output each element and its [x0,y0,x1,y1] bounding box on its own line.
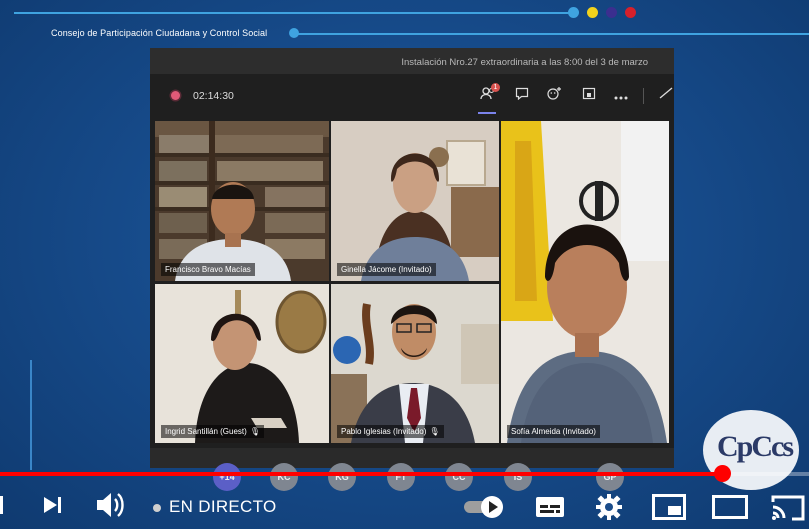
mic-muted-icon: 🎙 [249,427,260,436]
video-tile-ginella[interactable]: Ginella Jácome (Invitado) [331,121,499,281]
participant-name: Ginella Jácome (Invitado) [337,263,436,276]
meeting-toolbar: 02:14:30 1 [150,74,674,118]
decorative-line-top [14,12,574,14]
cast-icon[interactable] [770,494,806,527]
miniplayer-icon[interactable] [652,494,686,525]
more-options-icon[interactable] [611,86,631,106]
active-tab-indicator [478,112,496,114]
decorative-line-left [30,360,32,470]
study-background [331,284,499,443]
logo-text: CpCcs [717,430,794,463]
autoplay-toggle-icon[interactable] [462,494,506,525]
participant-name: Sofía Almeida (Invitado) [507,425,600,438]
meeting-timer: 02:14:30 [193,90,234,102]
volume-icon[interactable] [95,491,129,524]
theater-icon[interactable] [712,495,748,524]
participant-name: Francisco Bravo Macías [161,263,255,276]
participant-name: Ingrid Santillán (Guest) 🎙 [161,425,264,438]
office-background [501,121,669,443]
decor-dot-red [625,7,636,18]
camera-off-icon[interactable] [658,86,674,106]
video-tile-pablo[interactable]: Pablo Iglesias (Invitado) 🎙 [331,284,499,443]
decorative-line-brand [294,33,809,35]
decor-dot-yellow [587,7,598,18]
progress-played [0,472,723,476]
settings-icon[interactable] [595,493,623,526]
video-tile-sofia[interactable]: Sofía Almeida (Invitado) [501,121,669,443]
divider [643,88,644,104]
live-label[interactable]: EN DIRECTO [169,497,277,517]
play-edge-icon[interactable] [0,494,8,521]
participant-name: Pablo Iglesias (Invitado) 🎙 [337,425,444,438]
player-controls [0,478,809,529]
participants-icon[interactable]: 1 [478,83,500,106]
video-tile-ingrid[interactable]: Ingrid Santillán (Guest) 🎙 [155,284,329,443]
next-icon[interactable] [42,495,64,520]
bookshelf-background [155,121,329,281]
mic-muted-icon: 🎙 [429,427,440,436]
live-indicator-icon [153,504,161,512]
council-name: Consejo de Participación Ciudadana y Con… [51,28,268,38]
room-background [331,121,499,281]
recording-icon [171,91,180,100]
home-background [155,284,329,443]
video-tile-francisco[interactable]: Francisco Bravo Macías [155,121,329,281]
chat-icon[interactable] [512,86,532,106]
rooms-icon[interactable] [579,86,599,106]
meeting-title: Instalación Nro.27 extraordinaria a las … [150,48,674,74]
participants-badge: 1 [491,83,500,92]
decor-dot-blue [568,7,579,18]
reactions-icon[interactable] [545,86,565,106]
decor-dot-purple [606,7,617,18]
subtitles-icon[interactable] [535,496,565,523]
